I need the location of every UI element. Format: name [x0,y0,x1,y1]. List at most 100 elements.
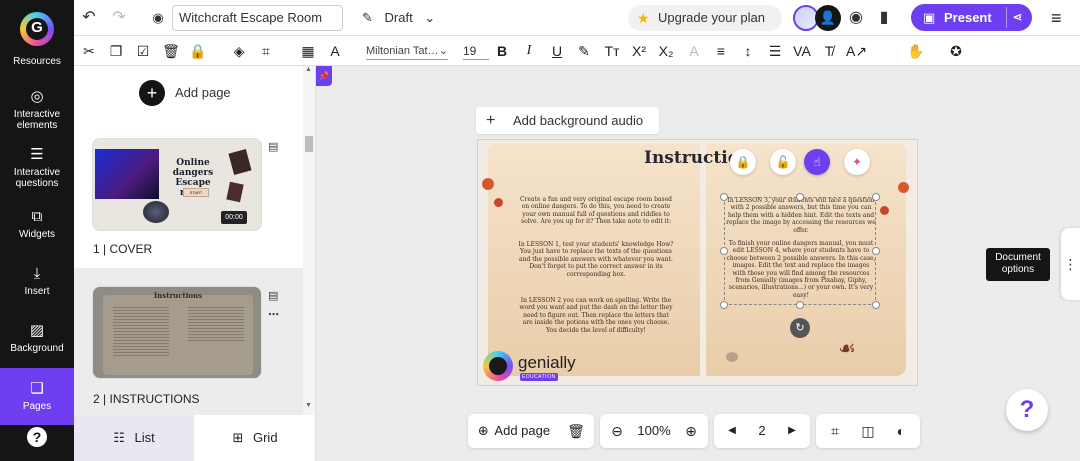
rail-background[interactable]: ▨ Background [0,322,74,354]
underline-button[interactable]: U [547,41,567,61]
grid-view-button[interactable]: ⊞ Grid [195,415,315,461]
format-toolbar: ✂ ❐ ☑ 🗑 🔒 ◈ ⌗ ▦ A Miltonian Tat… ⌄ 19 B … [74,36,1080,66]
more-options-icon[interactable]: ⋯ [268,308,279,321]
add-page-bottom-button[interactable]: ⊕ Add page [472,414,556,448]
selection-box[interactable] [724,197,876,305]
delete-icon[interactable]: 🗑 [161,41,181,61]
current-page-number[interactable]: 2 [748,414,776,448]
next-page-icon[interactable]: ▶ [778,414,806,448]
hand-interactivity-icon[interactable]: ✋ [906,41,926,61]
analytics-icon[interactable]: ▮ [875,7,893,29]
scroll-up-icon[interactable]: ▲ [305,66,312,73]
page-label: 1 | COVER [93,242,152,256]
copy-icon[interactable]: ❐ [106,41,126,61]
paste-icon[interactable]: ☑ [133,41,153,61]
superscript-icon[interactable]: X² [629,41,649,61]
text-color-icon[interactable]: A [325,41,345,61]
pages-scrollbar[interactable]: ▲ ▼ [303,66,315,415]
resize-handle[interactable] [872,193,880,201]
rail-resources[interactable]: Resources [0,56,74,67]
rail-insert[interactable]: ⤓ Insert [0,265,74,297]
slide-text-left-1[interactable]: Create a fun and very original escape ro… [518,196,674,226]
zoom-level[interactable]: 100% [632,414,676,448]
line-height-icon[interactable]: ↕ [738,41,758,61]
menu-icon[interactable]: ≡ [1051,6,1062,30]
chevron-down-icon: ⌄ [424,10,436,25]
add-page-button[interactable]: + Add page [139,80,231,106]
resize-handle[interactable] [872,301,880,309]
help-icon[interactable]: ? [27,427,47,447]
add-background-audio-button[interactable]: + Add background audio [476,107,659,134]
resize-handle[interactable] [720,301,728,309]
resize-handle[interactable] [720,193,728,201]
unlock-icon[interactable]: 🔓 [770,149,796,175]
interactivity-icon[interactable]: ☝ [804,149,830,175]
flower-decoration [880,206,889,215]
text-case-icon[interactable]: Tт [602,41,622,61]
clear-format-icon[interactable]: T̸ [819,41,839,61]
letter-spacing-icon[interactable]: VA [792,41,812,61]
resize-handle[interactable] [720,247,728,255]
redo-icon[interactable]: ↷ [110,7,128,29]
document-options-button[interactable]: ⋮ [1061,228,1080,300]
help-chat-icon[interactable]: ? [1006,389,1048,431]
cut-icon[interactable]: ✂ [79,41,99,61]
page-item-cover[interactable]: Online dangers Escape room START 00:00 ▤… [74,128,303,268]
resize-handle[interactable] [872,247,880,255]
rotate-icon[interactable]: ↻ [790,318,810,338]
lock-icon[interactable]: 🔒 [188,41,208,61]
rail-interactive-questions[interactable]: ☰ Interactive questions [0,146,74,189]
highlight-icon[interactable]: ✎ [574,41,594,61]
add-collaborator-icon[interactable]: 👤 [815,5,841,31]
lock-icon[interactable]: 🔒 [730,149,756,175]
thumbnail-crystal-ball [143,201,169,223]
theme-palette-icon[interactable]: ◐ [886,414,916,448]
layers-icon[interactable]: ◈ [229,41,249,61]
italic-button[interactable]: I [519,41,539,61]
slide-title[interactable]: Instructio [644,148,739,168]
undo-icon[interactable]: ↶ [80,7,98,29]
font-family-select[interactable]: Miltonian Tat… ⌄ [366,42,448,60]
previous-page-icon[interactable]: ◀ [718,414,746,448]
zoom-in-icon[interactable]: ⊕ [678,414,704,448]
accessibility-icon[interactable]: ✪ [946,41,966,61]
eye-icon[interactable]: ◉ [847,7,865,29]
rail-interactive-elements[interactable]: ◎ Interactive elements [0,88,74,131]
text-effects-icon[interactable]: A↗ [846,41,867,61]
slide-text-left-3[interactable]: In LESSON 2 you can work on spelling. Wr… [518,297,674,334]
list-icon[interactable]: ☰ [765,41,785,61]
resize-handle[interactable] [796,301,804,309]
upgrade-plan-button[interactable]: ★ Upgrade your plan [628,5,782,31]
pin-icon[interactable]: 📌 [316,66,332,86]
scroll-down-icon[interactable]: ▼ [305,402,312,409]
draft-status-dropdown[interactable]: ✎ Draft ⌄ [362,6,435,30]
plus-icon: + [139,80,165,106]
page-options-icon[interactable]: ▤ [268,140,278,153]
present-button[interactable]: ▣ Present ⋖ [911,4,1032,31]
plus-circle-icon: ⊕ [477,423,489,438]
rail-pages[interactable]: ❏ Pages [0,368,74,425]
rail-widgets[interactable]: ⧉ Widgets [0,208,74,240]
subscript-icon[interactable]: X₂ [656,41,676,61]
slide-text-left-2[interactable]: In LESSON 1, test your students' knowled… [518,241,674,278]
zoom-out-icon[interactable]: ⊖ [604,414,630,448]
resize-handle[interactable] [796,193,804,201]
list-view-button[interactable]: ☷ List [74,415,194,461]
transparency-icon[interactable]: ▦ [298,41,318,61]
scrollbar-thumb[interactable] [305,136,313,152]
bold-button[interactable]: B [492,41,512,61]
page-item-instructions[interactable]: Instructions ▤ ⋯ 2 | INSTRUCTIONS [74,268,303,415]
page-options-icon[interactable]: ▤ [268,289,278,302]
text-shadow-icon[interactable]: A [684,41,704,61]
align-center-icon[interactable]: ≡ [711,41,731,61]
slide-canvas[interactable]: Instructio Create a fun and very origina… [477,139,918,386]
font-size-field[interactable]: 19 [463,42,489,60]
select-frame-icon[interactable]: ⌗ [256,41,276,61]
project-title-input[interactable]: Witchcraft Escape Room [172,5,343,31]
delete-page-icon[interactable]: 🗑 [562,414,590,448]
fit-screen-icon[interactable]: ⌗ [820,414,850,448]
split-view-icon[interactable]: ◫ [853,414,883,448]
ai-sparkle-icon[interactable]: ✦ [844,149,870,175]
genially-logo-icon[interactable]: G [20,12,54,46]
share-icon[interactable]: ⋖ [1006,7,1028,28]
